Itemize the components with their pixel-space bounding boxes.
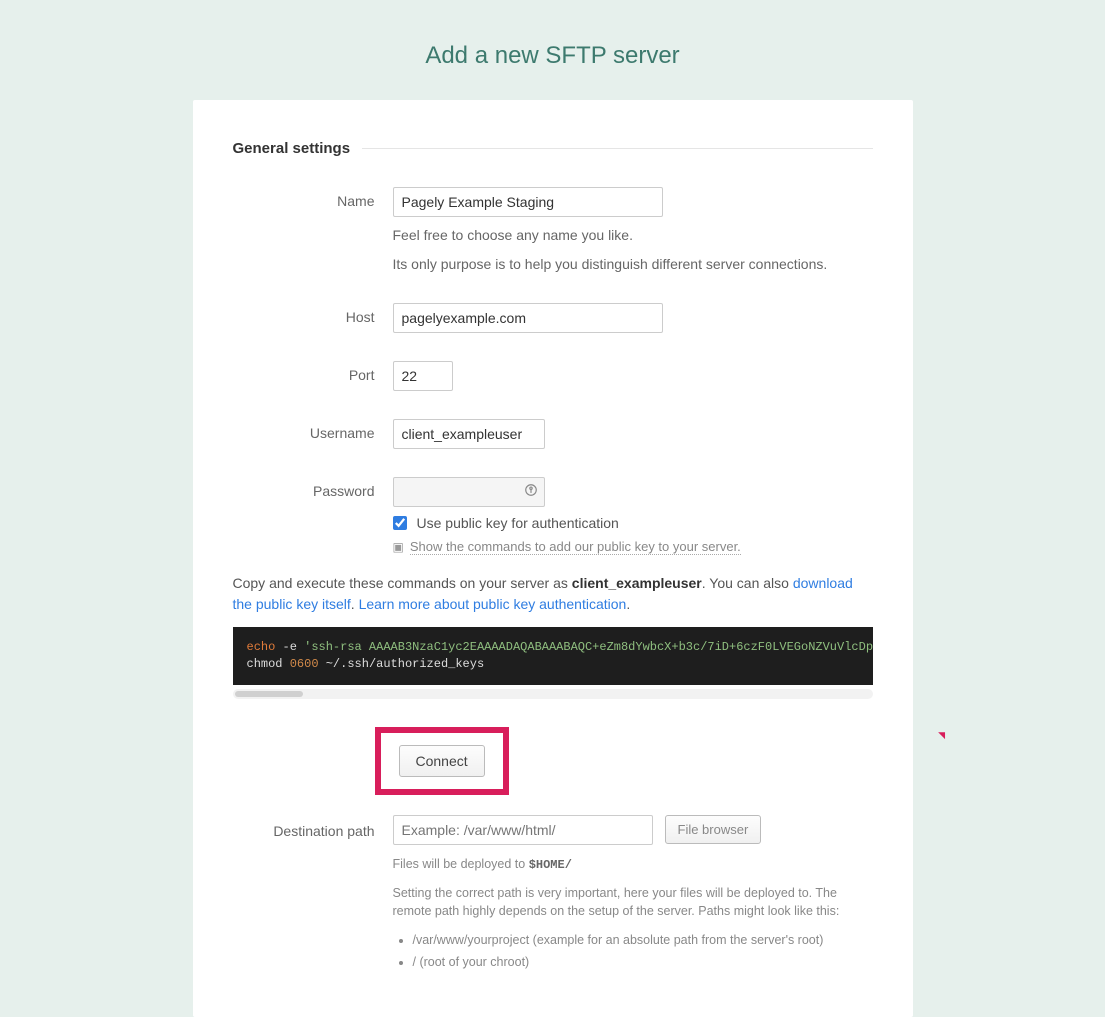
username-input[interactable] [393,419,545,449]
learn-more-link[interactable]: Learn more about public key authenticati… [359,596,627,612]
password-input[interactable] [393,477,545,507]
legend-text: General settings [233,140,363,157]
destination-path-label: Destination path [233,815,393,978]
host-input[interactable] [393,303,663,333]
use-public-key-checkbox[interactable] [393,516,407,530]
path-example-1: /var/www/yourproject (example for an abs… [413,933,873,947]
connect-highlight-box: Connect [375,727,509,795]
name-label: Name [233,187,393,275]
show-commands-link[interactable]: Show the commands to add our public key … [410,539,741,555]
legend-divider [362,148,872,149]
code-scroll-thumb[interactable] [235,691,303,697]
code-scroll-track[interactable] [233,689,873,699]
path-examples-list: /var/www/yourproject (example for an abs… [393,933,873,969]
file-browser-button[interactable]: File browser [665,815,762,844]
name-input[interactable] [393,187,663,217]
username-label: Username [233,419,393,449]
collapse-icon: ▣ [393,540,404,554]
port-input[interactable] [393,361,453,391]
password-label: Password [233,477,393,555]
key-icon [524,483,538,500]
port-label: Port [233,361,393,391]
copy-instructions: Copy and execute these commands on your … [233,573,873,615]
destination-path-input[interactable] [393,815,653,845]
settings-card: General settings Name Feel free to choos… [193,100,913,1017]
host-label: Host [233,303,393,333]
name-help-1: Feel free to choose any name you like. [393,225,873,246]
page-title: Add a new SFTP server [0,0,1105,100]
name-help-2: Its only purpose is to help you distingu… [393,254,873,275]
files-deployed-text: Files will be deployed to $HOME/ [393,855,873,874]
general-settings-legend: General settings [233,140,873,157]
path-example-2: / (root of your chroot) [413,955,873,969]
command-codeblock[interactable]: echo -e 'ssh-rsa AAAAB3NzaC1yc2EAAAADAQA… [233,627,873,685]
connect-button[interactable]: Connect [399,745,485,777]
annotation-pointer-icon: ◥ [938,730,945,741]
use-public-key-label: Use public key for authentication [417,515,619,531]
dest-explain-text: Setting the correct path is very importa… [393,884,873,922]
